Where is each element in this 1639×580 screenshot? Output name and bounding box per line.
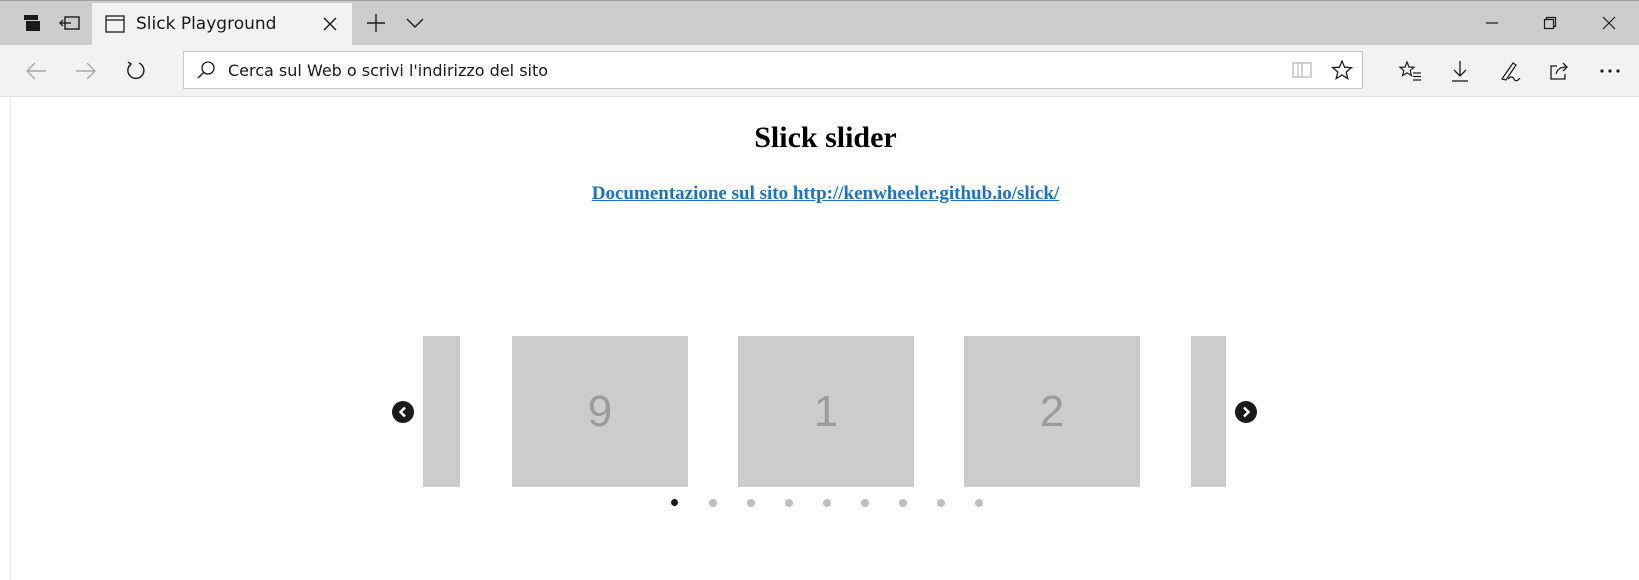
navigation-bar: [0, 45, 1639, 97]
slider-next-button[interactable]: [1235, 401, 1257, 423]
tab-manager-button[interactable]: [14, 1, 50, 45]
page-title: Slick slider: [754, 121, 897, 154]
restore-button[interactable]: [1524, 1, 1576, 45]
chevron-left-icon: [398, 406, 406, 418]
window-close-button[interactable]: [1583, 1, 1635, 45]
restore-icon: [1543, 16, 1557, 30]
chevron-right-icon: [1243, 406, 1251, 418]
tab-bar: Slick Playground: [0, 1, 1639, 45]
arrow-left-icon: [26, 62, 46, 79]
tab-preview-button[interactable]: [398, 1, 432, 45]
slider-dot[interactable]: [671, 499, 678, 506]
share-button[interactable]: [1538, 45, 1582, 96]
tab-close-button[interactable]: [312, 6, 348, 42]
slide: 9: [512, 336, 688, 487]
slider-dot[interactable]: [899, 499, 907, 507]
page-icon: [104, 13, 126, 35]
documentation-link[interactable]: Documentazione sul sito http://kenwheele…: [592, 183, 1059, 204]
plus-icon: [367, 14, 385, 32]
star-icon: [1331, 59, 1353, 80]
search-icon: [196, 60, 220, 80]
slide: 1: [738, 336, 914, 487]
tab-title: Slick Playground: [136, 14, 277, 34]
address-bar[interactable]: [183, 51, 1363, 89]
minimize-button[interactable]: [1466, 1, 1518, 45]
set-aside-tabs-icon: [24, 15, 40, 31]
favorites-hub-button[interactable]: [1388, 45, 1432, 96]
slide-partial-right: [1191, 336, 1226, 487]
pen-icon: [1501, 61, 1521, 81]
slider-dots: [11, 499, 1639, 511]
slider-prev-button[interactable]: [392, 401, 414, 423]
favorites-list-icon: [1398, 59, 1421, 81]
refresh-button[interactable]: [114, 45, 158, 96]
tab-slick-playground[interactable]: Slick Playground: [92, 3, 352, 45]
set-aside-button[interactable]: [52, 1, 88, 45]
downloads-button[interactable]: [1438, 45, 1482, 96]
web-note-button[interactable]: [1488, 45, 1532, 96]
share-icon: [1550, 62, 1568, 80]
chevron-down-icon: [406, 18, 424, 28]
more-button[interactable]: [1588, 45, 1632, 96]
reading-view-button[interactable]: [1282, 52, 1322, 88]
slider-dot[interactable]: [785, 499, 793, 507]
refresh-icon: [127, 60, 145, 79]
close-icon: [323, 17, 337, 31]
book-icon: [1292, 62, 1312, 78]
download-icon: [1452, 60, 1468, 82]
back-button[interactable]: [14, 45, 58, 96]
slider-dot[interactable]: [975, 499, 983, 507]
slide: 2: [964, 336, 1140, 487]
address-input[interactable]: [226, 59, 1282, 81]
slide-partial-left: [423, 336, 460, 487]
more-icon: [1600, 68, 1620, 73]
arrow-right-icon: [76, 62, 96, 79]
web-page: Slick slider Documentazione sul sito htt…: [10, 97, 1639, 580]
slider-dot[interactable]: [709, 499, 717, 507]
close-icon: [1602, 16, 1616, 30]
new-tab-button[interactable]: [356, 1, 396, 45]
slider-dot[interactable]: [823, 499, 831, 507]
slider-dot[interactable]: [937, 499, 945, 507]
forward-button[interactable]: [64, 45, 108, 96]
tabs-aside-icon: [59, 16, 80, 30]
minimize-icon: [1486, 22, 1498, 24]
slider-dot[interactable]: [747, 499, 755, 507]
documentation-link-container: Documentazione sul sito http://kenwheele…: [11, 183, 1639, 205]
slider-dot[interactable]: [861, 499, 869, 507]
favorite-button[interactable]: [1322, 52, 1362, 88]
